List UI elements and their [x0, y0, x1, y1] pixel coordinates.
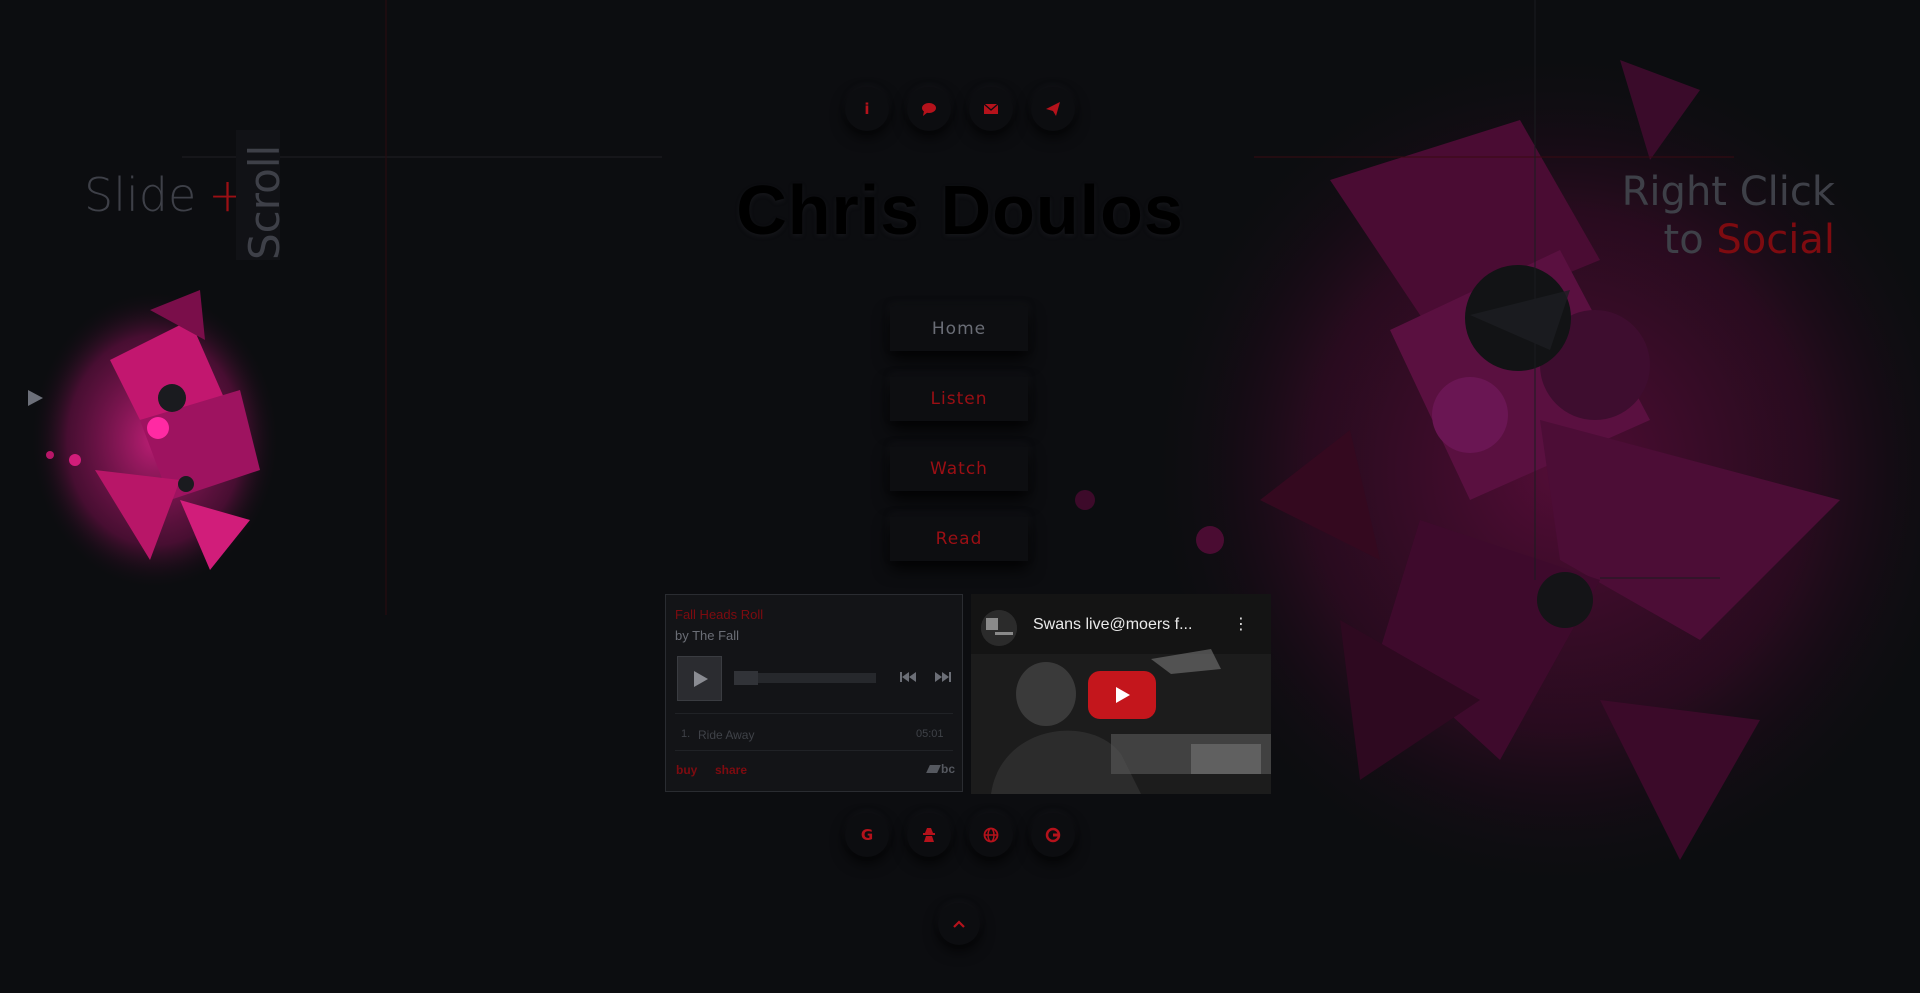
paper-plane-icon [1046, 102, 1060, 116]
video-title[interactable]: Swans live@moers f... [1033, 616, 1192, 634]
track-name[interactable]: Ride Away [698, 728, 754, 742]
envelope-button[interactable] [969, 87, 1013, 131]
scroll-top-button[interactable] [938, 903, 980, 945]
info-icon: i [864, 100, 870, 118]
google-button[interactable]: G [845, 813, 889, 857]
user-secret-button[interactable] [907, 813, 951, 857]
previous-track-icon[interactable] [899, 671, 917, 683]
track-time: 05:01 [916, 728, 944, 740]
progress-thumb[interactable] [734, 671, 758, 685]
refresh-icon [1045, 827, 1061, 843]
channel-avatar[interactable] [981, 610, 1017, 646]
envelope-icon [983, 103, 999, 114]
play-icon [693, 670, 708, 687]
bandcamp-logo[interactable]: bc [926, 762, 955, 776]
bc-play-button[interactable] [677, 656, 722, 701]
nav-listen-button[interactable]: Listen [890, 377, 1028, 421]
paper-plane-button[interactable] [1031, 87, 1075, 131]
youtube-play-button[interactable] [1088, 671, 1156, 719]
refresh-button[interactable] [1031, 813, 1075, 857]
nav-watch-button[interactable]: Watch [890, 447, 1028, 491]
more-options-icon[interactable]: ⋮ [1233, 614, 1249, 633]
nav-home-button[interactable]: Home [890, 307, 1028, 351]
divider [675, 713, 953, 714]
globe-icon [983, 827, 999, 843]
divider [675, 750, 953, 751]
youtube-embed[interactable]: Swans live@moers f... ⋮ [971, 594, 1271, 794]
comment-icon [922, 103, 936, 116]
bandcamp-player: Fall Heads Roll by The Fall 1. Ride Away… [665, 594, 963, 792]
google-icon: G [860, 826, 874, 844]
chevron-up-icon [953, 920, 965, 928]
nav-read-button[interactable]: Read [890, 517, 1028, 561]
album-title-link[interactable]: Fall Heads Roll [675, 607, 763, 622]
play-icon [1116, 687, 1130, 703]
page-title: Chris Doulos [736, 171, 1184, 249]
info-button[interactable]: i [845, 87, 889, 131]
user-secret-icon [923, 828, 935, 842]
album-artist: by The Fall [675, 628, 740, 643]
next-track-icon[interactable] [934, 671, 952, 683]
share-link[interactable]: share [715, 763, 747, 777]
comment-button[interactable] [907, 87, 951, 131]
play-triangle-icon[interactable] [25, 388, 45, 408]
buy-link[interactable]: buy [676, 763, 697, 777]
track-number: 1. [681, 728, 691, 740]
globe-button[interactable] [969, 813, 1013, 857]
